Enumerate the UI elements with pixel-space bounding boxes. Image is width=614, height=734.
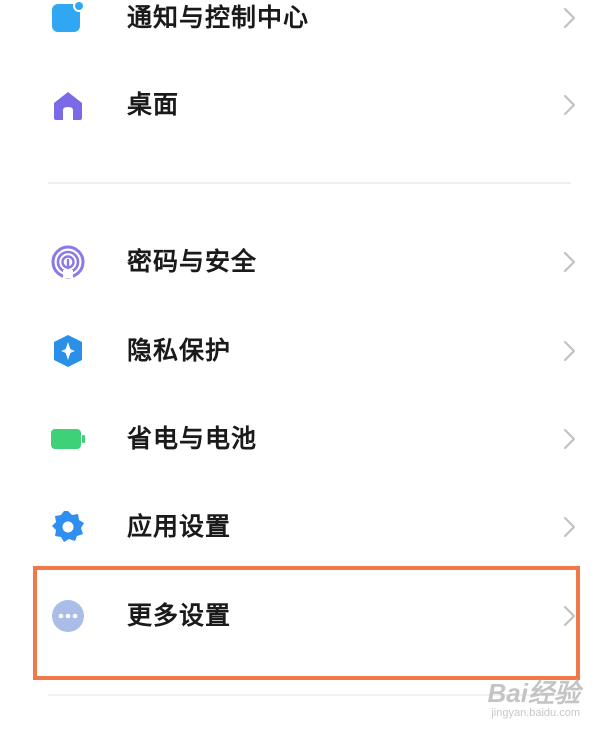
settings-item-app-settings[interactable]: 应用设置 xyxy=(0,487,614,567)
fingerprint-icon xyxy=(51,245,85,279)
settings-item-label: 省电与电池 xyxy=(127,424,258,453)
section-divider xyxy=(48,182,571,184)
gear-icon xyxy=(52,511,84,542)
chevron-right-icon xyxy=(563,605,576,627)
chevron-right-icon xyxy=(563,7,576,29)
settings-item-more-settings[interactable]: 更多设置 xyxy=(0,576,614,656)
settings-item-label: 通知与控制中心 xyxy=(127,3,310,32)
settings-item-label: 更多设置 xyxy=(127,601,232,630)
settings-item-label: 隐私保护 xyxy=(127,336,232,365)
more-icon xyxy=(52,600,84,632)
chevron-right-icon xyxy=(563,516,576,538)
settings-item-label: 应用设置 xyxy=(127,512,232,541)
bottom-divider xyxy=(48,694,571,696)
chevron-right-icon xyxy=(563,94,576,116)
settings-item-label: 密码与安全 xyxy=(127,247,258,276)
settings-item-home-screen[interactable]: 桌面 xyxy=(0,65,614,145)
settings-item-battery[interactable]: 省电与电池 xyxy=(0,399,614,479)
home-icon xyxy=(54,92,82,120)
chevron-right-icon xyxy=(563,340,576,362)
settings-item-notification-control-center[interactable]: 通知与控制中心 xyxy=(0,0,614,58)
settings-list: 通知与控制中心 桌面 密码与安全 隐私保护 省电与电池 应用设置 更多设置 xyxy=(0,0,614,734)
settings-item-label: 桌面 xyxy=(127,90,180,119)
notification-icon xyxy=(52,0,85,32)
battery-icon xyxy=(51,429,85,449)
chevron-right-icon xyxy=(563,428,576,450)
privacy-shield-icon xyxy=(54,335,82,367)
settings-item-privacy-protection[interactable]: 隐私保护 xyxy=(0,311,614,391)
chevron-right-icon xyxy=(563,251,576,273)
settings-item-password-security[interactable]: 密码与安全 xyxy=(0,222,614,302)
